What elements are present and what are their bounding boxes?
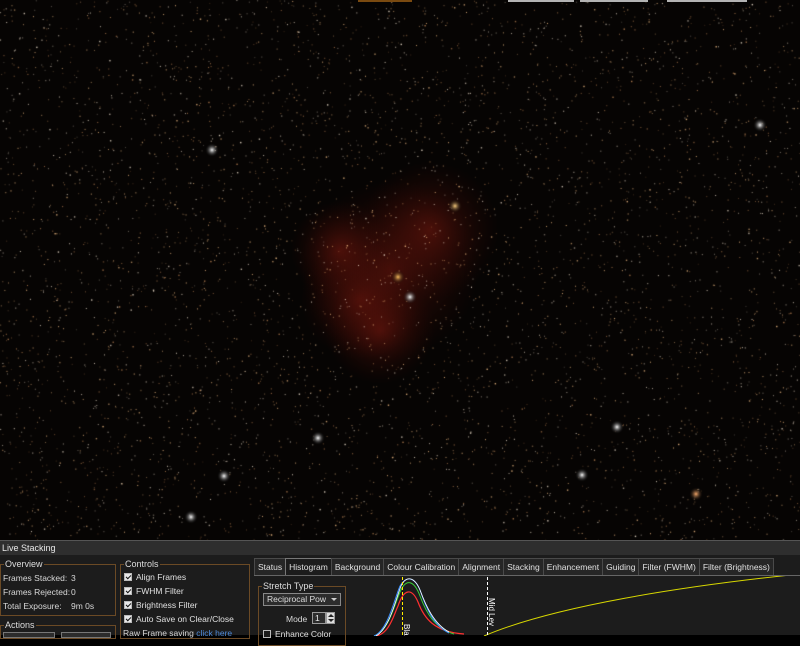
overview-group: Overview Frames Stacked: 3 Frames Rejecte… — [0, 559, 116, 616]
auto-save-checkbox[interactable]: Auto Save on Clear/Close — [124, 614, 234, 624]
tab-histogram[interactable]: Histogram — [285, 558, 332, 576]
toolbar-segment — [580, 0, 648, 2]
stretch-type-select[interactable]: Reciprocal Pow — [263, 593, 341, 606]
toolbar-segment — [358, 0, 412, 2]
stacked-image-view[interactable] — [0, 0, 800, 540]
tab-filter-brightness[interactable]: Filter (Brightness) — [698, 558, 774, 575]
mode-stepper[interactable] — [326, 612, 335, 624]
checkbox-box[interactable] — [124, 573, 132, 581]
tab-background[interactable]: Background — [330, 558, 385, 575]
chevron-down-icon — [328, 619, 334, 622]
stat-frames-rejected: Frames Rejected: 0 — [3, 587, 76, 597]
raw-frame-saving-link[interactable]: click here — [196, 628, 232, 638]
stretch-type-legend: Stretch Type — [262, 581, 315, 591]
stat-value: 0 — [71, 587, 76, 597]
tab-alignment[interactable]: Alignment — [458, 558, 505, 575]
black-level-label: Blac — [402, 624, 411, 636]
chevron-up-icon — [328, 614, 334, 617]
histogram-tab-content: Stretch Type Reciprocal Pow Mode 1 Enhan… — [254, 575, 800, 646]
checkbox-box[interactable] — [263, 630, 271, 638]
checkbox-box[interactable] — [124, 615, 132, 623]
tab-stacking[interactable]: Stacking — [503, 558, 544, 575]
actions-group: Actions — [0, 620, 116, 639]
stat-value: 9m 0s — [71, 601, 95, 611]
brightness-filter-checkbox[interactable]: Brightness Filter — [124, 600, 197, 610]
checkbox-box[interactable] — [124, 601, 132, 609]
actions-legend: Actions — [4, 620, 36, 630]
controls-legend: Controls — [124, 559, 160, 569]
mode-label: Mode — [286, 614, 308, 624]
tab-enhancement[interactable]: Enhancement — [542, 558, 604, 575]
tab-colour-calibration[interactable]: Colour Calibration — [383, 558, 460, 575]
action-button[interactable] — [61, 632, 111, 638]
fwhm-filter-checkbox[interactable]: FWHM Filter — [124, 586, 184, 596]
toolbar-segment — [508, 0, 574, 2]
tab-status[interactable]: Status — [254, 558, 287, 575]
raw-frame-saving: Raw Frame saving click here — [123, 628, 233, 638]
chevron-down-icon — [331, 598, 337, 601]
mode-input[interactable]: 1 — [312, 612, 326, 624]
panel-titlebar: Live Stacking — [0, 540, 800, 555]
live-stacking-panel: Live Stacking Overview Frames Stacked: 3 … — [0, 540, 800, 646]
toolbar-segment — [667, 0, 747, 2]
histogram-red-channel — [373, 591, 465, 636]
align-frames-checkbox[interactable]: Align Frames — [124, 572, 186, 582]
controls-group: Controls Align Frames FWHM Filter Bright… — [120, 559, 250, 639]
tab-guiding[interactable]: Guiding — [602, 558, 640, 575]
overview-legend: Overview — [4, 559, 44, 569]
panel-title: Live Stacking — [2, 543, 56, 553]
settings-tabs: Status Histogram Background Colour Calib… — [254, 558, 774, 576]
stretch-type-group: Stretch Type Reciprocal Pow Mode 1 Enhan… — [258, 581, 346, 646]
enhance-color-checkbox[interactable]: Enhance Color — [263, 629, 331, 639]
tab-filter-fwhm[interactable]: Filter (FWHM) — [638, 558, 700, 575]
stretch-curve — [483, 576, 786, 636]
checkbox-box[interactable] — [124, 587, 132, 595]
action-button[interactable] — [3, 632, 55, 638]
histogram-plot[interactable]: Blac Mid Lev — [354, 576, 800, 636]
stat-value: 3 — [71, 573, 76, 583]
stat-total-exposure: Total Exposure: 9m 0s — [3, 601, 95, 611]
stat-frames-stacked: Frames Stacked: 3 — [3, 573, 76, 583]
mid-level-label: Mid Lev — [487, 598, 496, 626]
